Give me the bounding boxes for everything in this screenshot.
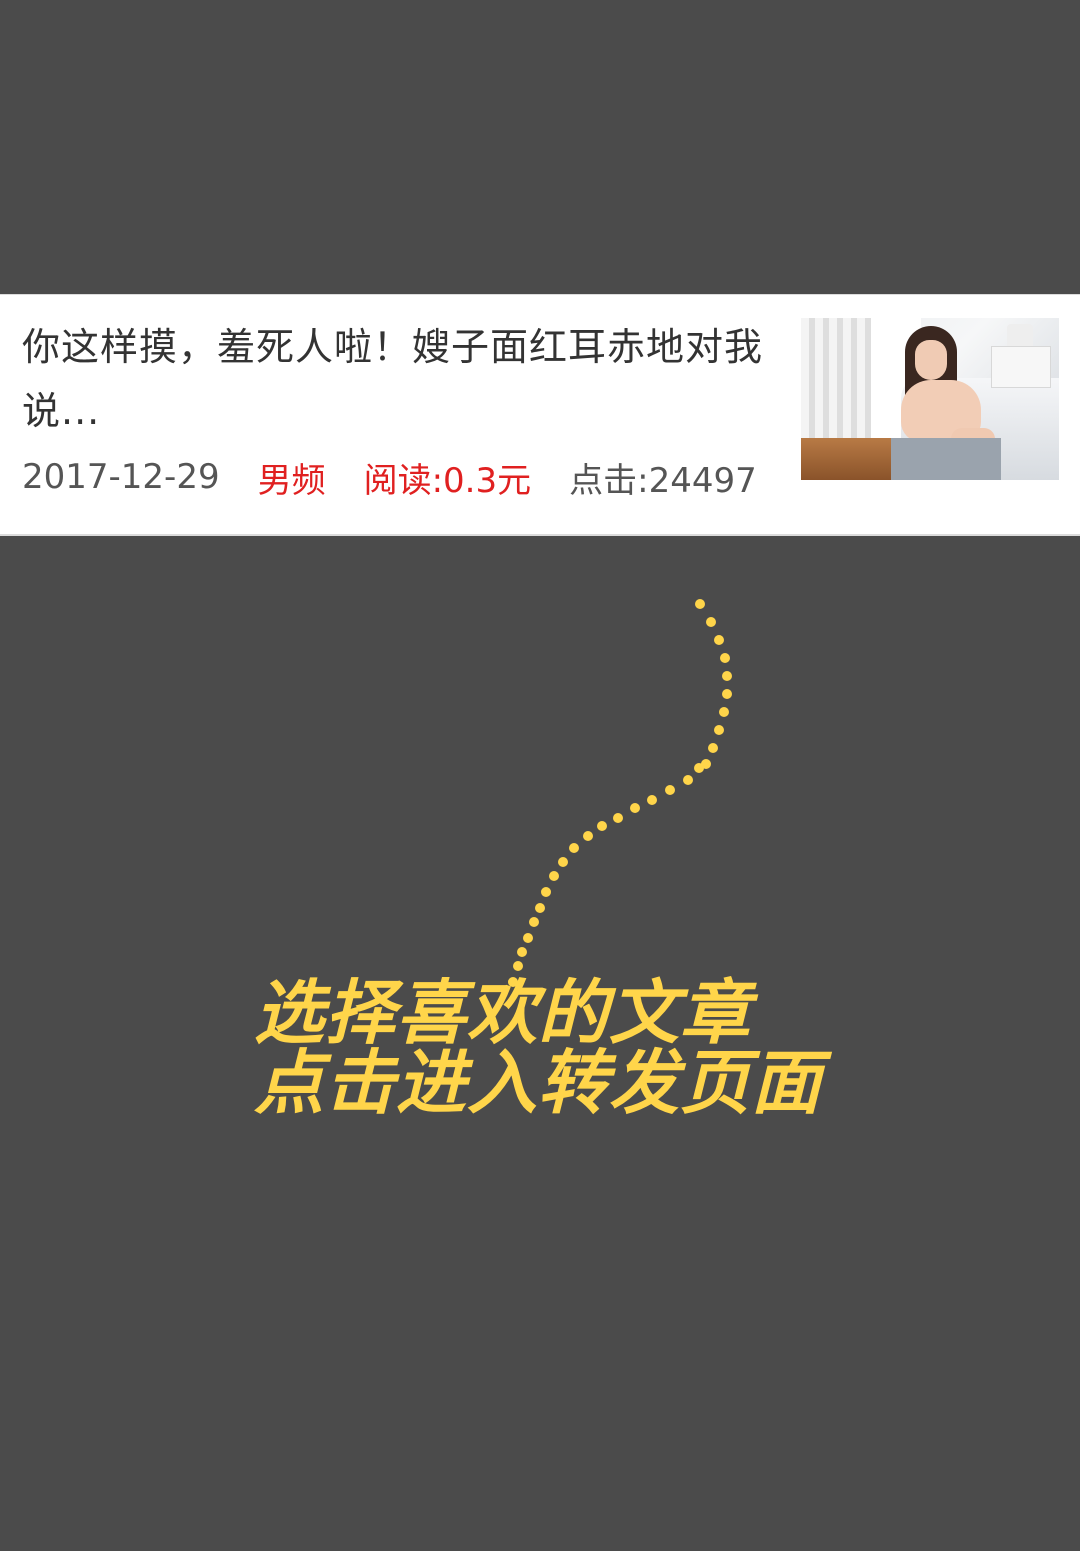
instruction-text: 选择喜欢的文章 点击进入转发页面: [254, 978, 822, 1118]
pointer-dot: [541, 887, 551, 897]
pointer-dot: [517, 947, 527, 957]
instruction-line-2: 点击进入转发页面: [254, 1042, 822, 1124]
dotted-pointer-dots: [508, 599, 732, 987]
pointer-dot: [529, 917, 539, 927]
pointer-dot: [597, 821, 607, 831]
pointer-dot: [714, 725, 724, 735]
pointer-dot: [708, 743, 718, 753]
pointer-dot: [569, 843, 579, 853]
pointer-dot: [694, 763, 704, 773]
dotted-pointer-arrow: [508, 599, 732, 987]
pointer-dot: [613, 813, 623, 823]
pointer-dot: [706, 617, 716, 627]
pointer-dot: [683, 775, 693, 785]
pointer-dot: [535, 903, 545, 913]
pointer-dot: [583, 831, 593, 841]
pointer-dot: [647, 795, 657, 805]
pointer-dot: [513, 961, 523, 971]
pointer-dot: [719, 707, 729, 717]
pointer-dot: [630, 803, 640, 813]
pointer-dot: [665, 785, 675, 795]
pointer-dot: [714, 635, 724, 645]
pointer-dot: [549, 871, 559, 881]
pointer-dot: [720, 653, 730, 663]
instruction-line-1: 选择喜欢的文章: [254, 972, 751, 1054]
pointer-dot: [523, 933, 533, 943]
pointer-dot: [722, 689, 732, 699]
pointer-dot: [695, 599, 705, 609]
pointer-dot: [558, 857, 568, 867]
pointer-dot: [722, 671, 732, 681]
